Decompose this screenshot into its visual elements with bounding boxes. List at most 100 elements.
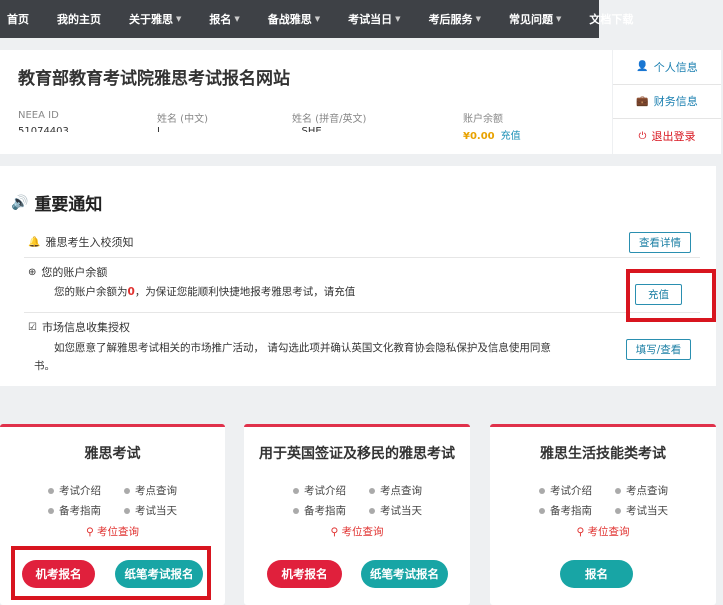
notice-row-title: ⊕ 您的账户余额 — [28, 264, 107, 280]
highlight-box — [11, 546, 211, 600]
nav-downloads[interactable]: 文档下载 — [575, 0, 647, 38]
link-center-search[interactable]: 考点查询 — [124, 483, 177, 498]
seat-search-link[interactable]: ⚲ 考位查询 — [490, 524, 716, 539]
computer-test-register-button[interactable]: 机考报名 — [267, 560, 342, 588]
checkbox-icon: ☑ — [28, 321, 37, 333]
nav-register[interactable]: 报名 ▼ — [195, 0, 253, 38]
name-en-value: ...SHE — [292, 126, 322, 132]
bell-icon: 🔔 — [28, 236, 41, 248]
marketing-notice-text: 如您愿意了解雅思考试相关的市场推广活动， 请勾选此项并确认英国文化教育协会隐私保… — [54, 339, 574, 357]
chevron-down-icon: ▼ — [234, 15, 240, 23]
link-center-search[interactable]: 考点查询 — [369, 483, 422, 498]
link-test-day[interactable]: 考试当天 — [369, 503, 422, 518]
view-details-button[interactable]: 查看详情 — [629, 232, 691, 253]
side-item-label: 退出登录 — [651, 130, 696, 144]
nav-label: 常见问题 — [508, 13, 553, 26]
notice-row-marketing: ☑ 市场信息收集授权 如您愿意了解雅思考试相关的市场推广活动， 请勾选此项并确认英… — [24, 313, 700, 375]
notice-row-title-text: 您的账户余额 — [41, 266, 108, 279]
link-test-day[interactable]: 考试当天 — [124, 503, 177, 518]
side-finance-info[interactable]: 💼 财务信息 — [613, 85, 721, 120]
link-label: 考点查询 — [380, 485, 422, 497]
chevron-down-icon: ▼ — [395, 15, 401, 23]
account-header: 教育部教育考试院雅思考试报名网站 NEEA ID 51074403 姓名 (中文… — [0, 50, 612, 154]
notice-text: 如您愿意了解雅思考试相关的市场推广活动， 请勾选此项并确认英国文化教育协会隐私保… — [54, 342, 551, 354]
name-cn-label: 姓名 (中文) — [157, 114, 208, 125]
neea-id-value: 51074403 — [18, 126, 69, 132]
link-exam-intro[interactable]: 考试介绍 — [539, 483, 592, 498]
chevron-down-icon: ▼ — [555, 15, 562, 23]
side-logout[interactable]: ⏻ 退出登录 — [613, 119, 721, 154]
name-cn-value: L — [157, 126, 163, 132]
balance-zero: 0 — [127, 286, 135, 298]
link-label: 考试当天 — [380, 505, 422, 517]
notice-row-balance: ⊕ 您的账户余额 您的账户余额为0，为保证您能顺利快捷地报考雅思考试，请充值 充值 — [24, 258, 700, 313]
nav-about-ielts[interactable]: 关于雅思 ▼ — [115, 0, 195, 38]
bullet-icon — [369, 507, 375, 514]
link-label: 备考指南 — [550, 505, 592, 517]
user-icon: 👤 — [636, 61, 649, 73]
notice-text: ，为保证您能顺利快捷地报考雅思考试，请充值 — [134, 286, 356, 298]
bullet-icon — [124, 487, 130, 494]
notice-text: 您的账户余额为 — [54, 286, 128, 298]
card-title: 雅思生活技能类考试 — [540, 446, 666, 462]
search-icon: ⚲ — [85, 526, 98, 538]
bullet-icon — [615, 507, 621, 514]
nav-label: 首页 — [7, 13, 29, 26]
link-label: 考试介绍 — [304, 485, 346, 497]
seat-search-link[interactable]: ⚲ 考位查询 — [0, 524, 225, 539]
notice-row-title: 🔔 雅思考生入校须知 — [28, 234, 133, 250]
link-label: 考位查询 — [587, 526, 630, 538]
link-label: 考试介绍 — [550, 485, 592, 497]
link-test-day[interactable]: 考试当天 — [615, 503, 668, 518]
bullet-icon — [615, 487, 621, 494]
nav-label: 文档下载 — [589, 13, 634, 26]
side-item-label: 个人信息 — [653, 60, 698, 74]
balance-notice-text: 您的账户余额为0，为保证您能顺利快捷地报考雅思考试，请充值 — [54, 283, 355, 301]
link-prep-guide[interactable]: 备考指南 — [48, 503, 101, 518]
search-icon: ⚲ — [330, 526, 342, 538]
notice-row-title-text: 雅思考生入校须知 — [45, 236, 134, 249]
link-exam-intro[interactable]: 考试介绍 — [48, 483, 101, 498]
card-title: 用于英国签证及移民的雅思考试 — [259, 446, 455, 462]
notice-row-title: ☑ 市场信息收集授权 — [28, 319, 130, 335]
link-label: 备考指南 — [304, 505, 346, 517]
link-center-search[interactable]: 考点查询 — [615, 483, 668, 498]
link-prep-guide[interactable]: 备考指南 — [539, 503, 592, 518]
nav-my-home[interactable]: 我的主页 — [43, 0, 115, 38]
bullet-icon — [48, 487, 54, 494]
marketing-notice-text-2: 书。 — [34, 357, 55, 375]
bullet-icon — [124, 507, 130, 514]
recharge-link[interactable]: 充值 — [501, 131, 521, 142]
card-title: 雅思考试 — [84, 446, 141, 462]
highlight-box — [626, 269, 716, 322]
speaker-icon: 🔊 — [11, 194, 29, 211]
nav-test-day[interactable]: 考试当日 ▼ — [334, 0, 414, 38]
link-label: 备考指南 — [59, 505, 101, 517]
seat-search-link[interactable]: ⚲ 考位查询 — [244, 524, 470, 539]
name-en-label: 姓名 (拼音/英文) — [292, 114, 367, 125]
neea-id-label: NEEA ID — [18, 110, 59, 121]
link-label: 考试介绍 — [59, 485, 101, 497]
nav-home[interactable]: 首页 — [0, 0, 43, 38]
nav-faq[interactable]: 常见问题 ▼ — [495, 0, 575, 38]
register-button[interactable]: 报名 — [560, 560, 633, 588]
bullet-icon — [539, 507, 545, 514]
nav-prepare[interactable]: 备战雅思 ▼ — [254, 0, 334, 38]
nav-after-test[interactable]: 考后服务 ▼ — [415, 0, 495, 38]
chevron-down-icon: ▼ — [475, 15, 481, 23]
link-exam-intro[interactable]: 考试介绍 — [293, 483, 346, 498]
link-prep-guide[interactable]: 备考指南 — [293, 503, 346, 518]
fill-view-button[interactable]: 填写/查看 — [626, 339, 691, 360]
link-label: 考位查询 — [97, 526, 140, 538]
link-label: 考位查询 — [341, 526, 384, 538]
nav-label: 报名 — [209, 13, 232, 26]
link-label: 考试当天 — [626, 505, 668, 517]
balance-line: ¥0.00 充值 — [463, 127, 521, 142]
notice-text: 书。 — [34, 360, 55, 372]
paper-test-register-button[interactable]: 纸笔考试报名 — [361, 560, 448, 588]
nav-label: 关于雅思 — [129, 13, 173, 26]
link-label: 考点查询 — [626, 485, 668, 497]
side-personal-info[interactable]: 👤 个人信息 — [613, 50, 721, 85]
bullet-icon — [369, 487, 375, 494]
side-item-label: 财务信息 — [653, 95, 698, 109]
